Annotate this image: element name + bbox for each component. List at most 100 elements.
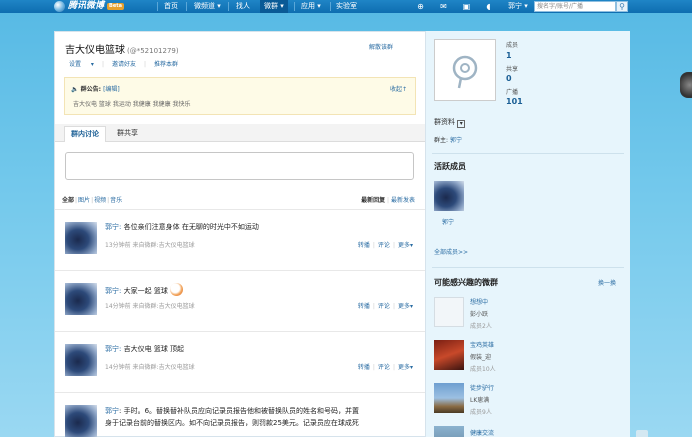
post-actions: 转播 | 评论 | 更多▾ — [358, 301, 413, 310]
sort-latest-reply[interactable]: 最新回复 — [361, 197, 385, 204]
avatar[interactable] — [65, 405, 97, 437]
right-sidebar: 成员 1 共享 0 广播 101 群资料 ▾ 群主: 郭宁 活跃成员 郭宁 全部… — [426, 31, 630, 437]
owner-name[interactable]: 郭宁 — [450, 137, 462, 144]
shared-count[interactable]: 0 — [506, 74, 512, 83]
tencent-weibo-logo[interactable]: 腾讯微博 Beta — [52, 0, 154, 13]
floating-side-button[interactable] — [680, 72, 692, 98]
globe-icon[interactable]: ⊕ — [416, 2, 425, 11]
mail-icon[interactable]: ✉ — [439, 2, 448, 11]
link-separator: | — [143, 61, 147, 68]
action-separator: | — [372, 303, 375, 310]
post-actions: 转播 | 评论 | 更多▾ — [358, 240, 413, 249]
nav-groups[interactable]: 微群 ▾ — [260, 0, 288, 13]
post-author[interactable]: 郭宁 — [105, 287, 119, 295]
members-count[interactable]: 1 — [506, 51, 512, 60]
tab-bar: 群内讨论 群共享 — [55, 124, 425, 142]
comment-button[interactable]: 评论 — [378, 242, 390, 249]
group-avatar[interactable] — [434, 297, 464, 327]
nav-separator — [157, 2, 158, 11]
retweet-button[interactable]: 转播 — [358, 303, 370, 310]
filter-separator: | — [91, 197, 94, 204]
filter-videos[interactable]: 视频 — [94, 197, 106, 204]
smiley-emoji-icon — [169, 283, 183, 296]
nav-separator — [228, 2, 229, 11]
main-content: 吉大仪电篮球 (@*52101279) 解散该群 设置 ▾ | 邀请好友 | 推荐本群 🔈… — [54, 31, 426, 437]
post-author[interactable]: 郭宁 — [105, 223, 119, 231]
notice-text: 吉大仪电 篮球 我运动 我健康 我健康 我快乐 — [73, 101, 191, 108]
active-member-avatar[interactable] — [434, 181, 464, 211]
filter-images[interactable]: 图片 — [78, 197, 90, 204]
nav-home[interactable]: 首页 — [164, 0, 178, 13]
refresh-recommendations-link[interactable]: 换一换 — [598, 278, 616, 287]
all-members-link[interactable]: 全部成员>> — [434, 247, 468, 256]
search-icon[interactable]: ⚲ — [616, 1, 628, 12]
avatar[interactable] — [65, 344, 97, 376]
rec-group-name[interactable]: 想想中 — [470, 297, 488, 306]
post-text: 吉大仪电 篮球 顶起 — [123, 345, 185, 353]
avatar[interactable] — [65, 283, 97, 315]
message-icon[interactable]: ▣ — [462, 2, 471, 11]
rec-group-owner[interactable]: 彭小跃 — [470, 309, 488, 318]
group-notice: 🔈 群公告: [编辑] 收起↑ 吉大仪电 篮球 我运动 我健康 我健康 我快乐 — [64, 77, 416, 115]
retweet-button[interactable]: 转播 — [358, 364, 370, 371]
sidebar-divider — [432, 267, 624, 268]
nav-channel[interactable]: 微频道 ▾ — [194, 0, 221, 13]
rec-group-owner[interactable]: 假装_迎 — [470, 352, 491, 361]
nav-lab[interactable]: 实验室 — [336, 0, 357, 13]
sound-icon[interactable]: ◖ — [484, 2, 493, 11]
filter-separator: | — [107, 197, 110, 204]
tab-shared[interactable]: 群共享 — [111, 126, 144, 142]
broadcast-count[interactable]: 101 — [506, 97, 523, 106]
settings-link[interactable]: 设置 ▾ — [69, 61, 94, 68]
more-button[interactable]: 更多▾ — [398, 303, 413, 310]
group-avatar[interactable] — [434, 383, 464, 413]
sort-latest-post[interactable]: 最新发表 — [391, 197, 415, 204]
nav-find-people[interactable]: 找人 — [236, 0, 250, 13]
retweet-button[interactable]: 转播 — [358, 242, 370, 249]
post-compose-box[interactable] — [65, 152, 414, 180]
search-input[interactable]: 搜名字/账号/广播 — [534, 1, 616, 12]
rec-group-name[interactable]: 宝鸡英雄 — [470, 340, 494, 349]
post-content: 郭宁: 手时。6。替换替补队员应向记录员报告他和被替换队员的姓名和号码，并置 身… — [105, 405, 415, 435]
rec-group-name[interactable]: 健康交流 — [470, 428, 494, 437]
shared-label: 共享 — [506, 66, 519, 73]
page-title: 吉大仪电篮球 (@*52101279) — [65, 41, 179, 56]
invite-friends-link[interactable]: 邀请好友 — [112, 61, 136, 68]
tab-discussion[interactable]: 群内讨论 — [64, 126, 106, 142]
group-logo-icon — [452, 55, 478, 89]
feed-post: 郭宁: 手时。6。替换替补队员应向记录员报告他和被替换队员的姓名和号码，并置 身… — [55, 393, 425, 437]
comment-button[interactable]: 评论 — [378, 303, 390, 310]
members-label: 成员 — [506, 42, 519, 49]
group-avatar[interactable] — [434, 340, 464, 370]
avatar[interactable] — [65, 222, 97, 254]
post-text: 手时。6。替换替补队员应向记录员报告他和被替换队员的姓名和号码，并置 — [123, 407, 360, 415]
group-avatar[interactable] — [434, 426, 464, 437]
filter-all[interactable]: 全部 — [62, 197, 74, 204]
rec-group-members: 成员10人 — [470, 366, 496, 373]
action-separator: | — [372, 364, 375, 371]
post-text: 各位亲们注意身体 在无聊的时光中不如运动 — [123, 223, 259, 231]
comment-button[interactable]: 评论 — [378, 364, 390, 371]
nav-apps[interactable]: 应用 ▾ — [301, 0, 321, 13]
post-author[interactable]: 郭宁 — [105, 407, 119, 415]
more-label: 更多 — [397, 303, 410, 310]
rec-group-owner[interactable]: LK崽满 — [470, 395, 489, 404]
dissolve-group-link[interactable]: 解散该群 — [369, 42, 393, 51]
user-menu[interactable]: 郭宁 ▾ — [508, 0, 528, 13]
nav-apps-label: 应用 — [301, 2, 315, 10]
notice-edit-link[interactable]: [编辑] — [103, 86, 120, 93]
notice-collapse-link[interactable]: 收起↑ — [390, 84, 407, 93]
nav-channel-label: 微频道 — [194, 2, 215, 10]
broadcast-label: 广播 — [506, 89, 519, 96]
recommend-group-link[interactable]: 推荐本群 — [154, 61, 178, 68]
active-members-heading: 活跃成员 — [434, 162, 466, 171]
more-button[interactable]: 更多▾ — [398, 242, 413, 249]
feedback-icon[interactable] — [636, 430, 648, 437]
rec-group-name[interactable]: 徒步驴行 — [470, 383, 494, 392]
filter-music[interactable]: 音乐 — [110, 197, 122, 204]
more-button[interactable]: 更多▾ — [398, 364, 413, 371]
group-info-toggle[interactable]: 群资料 ▾ — [434, 117, 466, 128]
post-author[interactable]: 郭宁 — [105, 345, 119, 353]
active-member-name[interactable]: 郭宁 — [442, 217, 454, 226]
group-avatar[interactable] — [434, 39, 496, 101]
